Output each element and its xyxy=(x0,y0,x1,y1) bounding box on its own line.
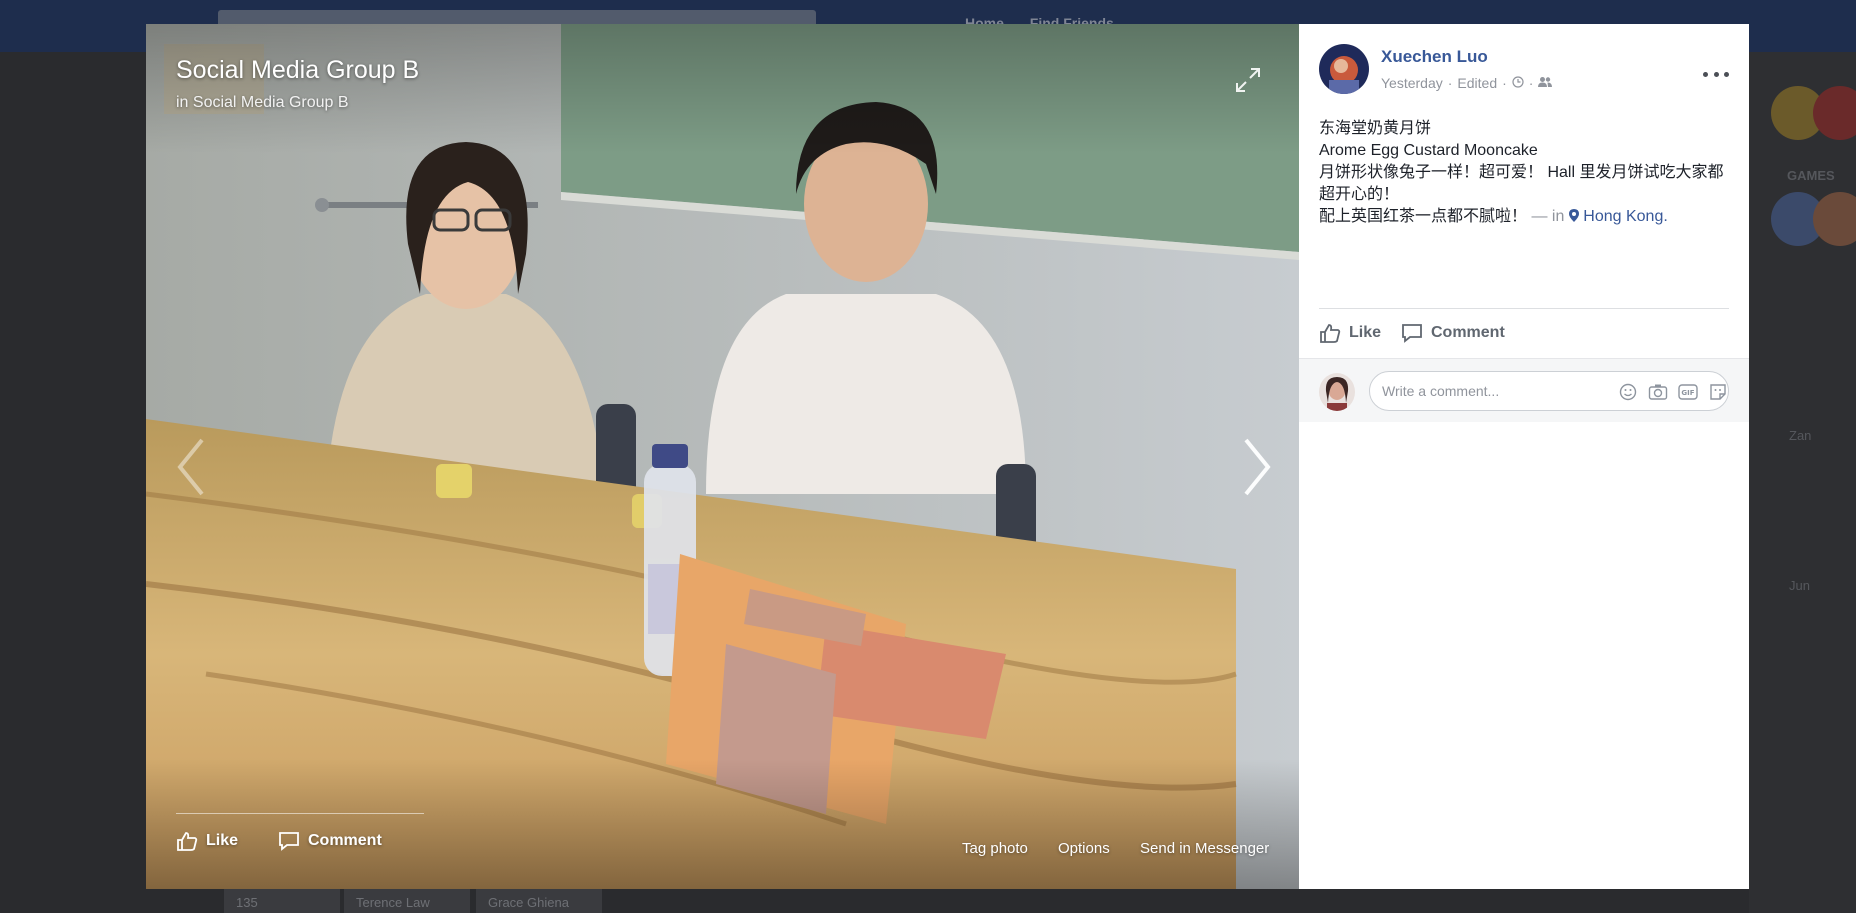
group-subtitle[interactable]: in Social Media Group B xyxy=(176,94,349,112)
chevron-left-icon[interactable] xyxy=(168,432,212,502)
clock-icon xyxy=(1512,75,1524,91)
emoji-icon[interactable] xyxy=(1617,383,1639,401)
background-bottom-tile: Grace Ghiena xyxy=(476,885,602,913)
post-meta: Yesterday · Edited · · xyxy=(1381,75,1553,91)
post-text: 东海堂奶黄月饼 Arome Egg Custard Mooncake 月饼形状像… xyxy=(1319,118,1734,228)
svg-text:GIF: GIF xyxy=(1681,389,1694,397)
current-user-avatar[interactable] xyxy=(1319,373,1355,411)
more-options-button[interactable] xyxy=(1703,64,1729,84)
location-link[interactable]: Hong Kong. xyxy=(1568,208,1668,225)
post-line: 月饼形状像兔子一样！超可爱！ Hall 里发月饼试吃大家都超开心的！ xyxy=(1319,164,1724,203)
send-in-messenger-link[interactable]: Send in Messenger xyxy=(1140,840,1269,857)
post-line: Arome Egg Custard Mooncake xyxy=(1319,142,1538,159)
like-icon xyxy=(1320,324,1341,343)
background-game-icon xyxy=(1813,86,1856,140)
background-bottom-tile: 135 xyxy=(224,885,340,913)
stage-comment-label: Comment xyxy=(308,832,382,849)
group-title[interactable]: Social Media Group B xyxy=(176,56,419,85)
stage-divider xyxy=(176,813,424,814)
author-name[interactable]: Xuechen Luo xyxy=(1381,47,1488,67)
more-icon xyxy=(1724,71,1729,77)
actions-divider xyxy=(1319,308,1729,309)
background-rail-text: Jun xyxy=(1789,578,1810,593)
background-game-icon xyxy=(1813,192,1856,246)
background-rail-text: Zan xyxy=(1789,428,1812,443)
chevron-right-icon[interactable] xyxy=(1236,432,1280,502)
sticker-icon[interactable] xyxy=(1707,383,1729,401)
background-right-rail: GAMES Zan Jun xyxy=(1749,52,1856,913)
location-name: Hong Kong. xyxy=(1583,208,1668,225)
comment-tools: GIF xyxy=(1617,383,1737,401)
friends-icon[interactable] xyxy=(1538,75,1553,91)
post-line: 东海堂奶黄月饼 xyxy=(1319,120,1432,137)
background-bottom-text: 135 xyxy=(236,895,258,910)
comment-label: Comment xyxy=(1431,324,1505,341)
gif-icon[interactable]: GIF xyxy=(1677,383,1699,401)
options-link[interactable]: Options xyxy=(1058,840,1110,857)
post-line: 配上英国红茶一点都不腻啦！ xyxy=(1319,208,1528,225)
background-bottom-text: Grace Ghiena xyxy=(488,895,569,910)
like-icon xyxy=(177,832,198,851)
more-icon xyxy=(1703,71,1708,77)
author-avatar[interactable] xyxy=(1319,44,1369,94)
more-icon xyxy=(1713,71,1719,77)
background-games-label: GAMES xyxy=(1787,168,1835,183)
background-bottom-tile: Terence Law xyxy=(344,885,470,913)
like-label: Like xyxy=(1349,324,1382,341)
meta-separator: · xyxy=(1528,75,1534,91)
comment-icon xyxy=(1402,324,1422,343)
tag-photo-link[interactable]: Tag photo xyxy=(962,840,1028,857)
photo-stage: Social Media Group B in Social Media Gro… xyxy=(146,24,1299,889)
post-edited[interactable]: Edited xyxy=(1457,75,1497,91)
meta-separator: · xyxy=(1502,75,1507,91)
camera-icon[interactable] xyxy=(1647,383,1669,401)
location-prefix: — in xyxy=(1531,208,1565,225)
post-info-panel: Xuechen Luo Yesterday · Edited · · 东海堂奶黄… xyxy=(1299,24,1749,889)
post-line-with-location: 配上英国红茶一点都不腻啦！ — in Hong Kong. xyxy=(1319,206,1734,228)
comment-button[interactable]: Comment xyxy=(1401,322,1505,344)
like-button[interactable]: Like xyxy=(1319,322,1381,344)
expand-icon[interactable] xyxy=(1232,64,1264,96)
location-pin-icon xyxy=(1568,209,1579,222)
photo[interactable] xyxy=(146,24,1299,889)
post-time[interactable]: Yesterday xyxy=(1381,75,1443,91)
meta-separator: · xyxy=(1447,75,1453,91)
background-bottom-text: Terence Law xyxy=(356,895,430,910)
stage-like-button[interactable]: Like xyxy=(176,830,238,852)
comment-composer: GIF xyxy=(1299,358,1749,422)
stage-comment-button[interactable]: Comment xyxy=(278,830,382,852)
comment-icon xyxy=(279,832,299,851)
stage-like-label: Like xyxy=(206,832,239,849)
